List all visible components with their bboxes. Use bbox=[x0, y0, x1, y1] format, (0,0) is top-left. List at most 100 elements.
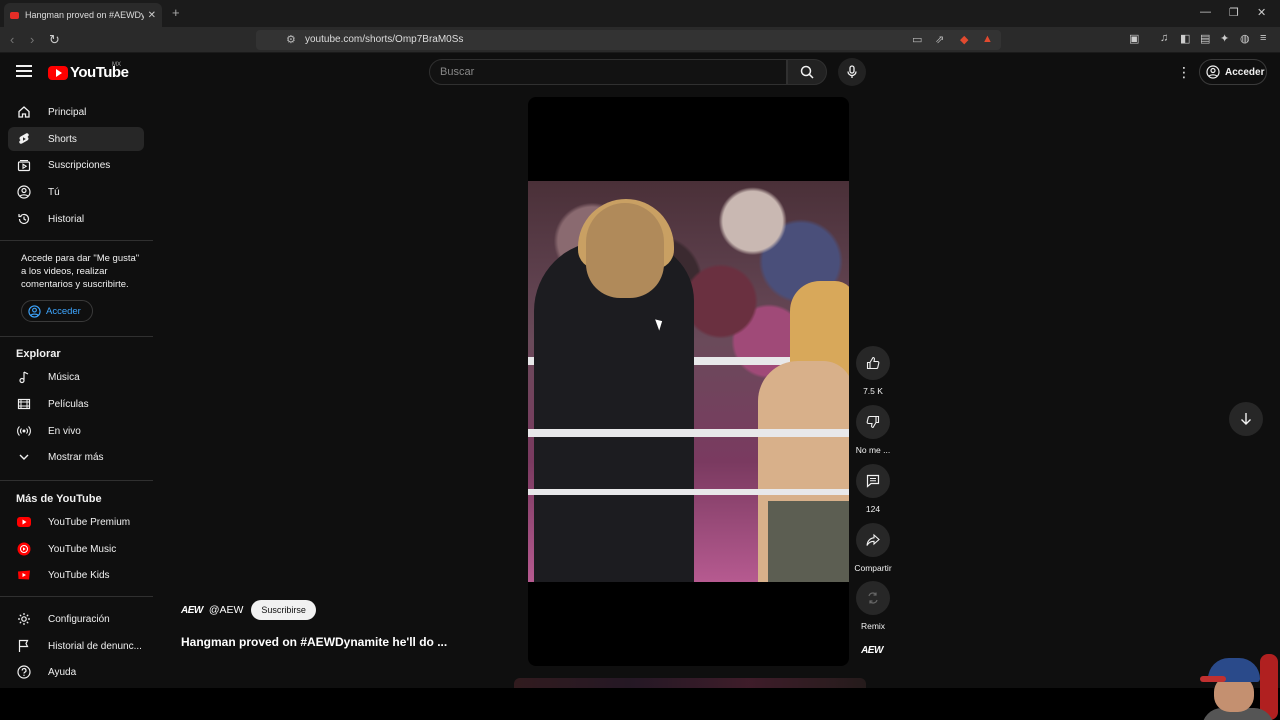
sidebar-item-mostrar-mas[interactable]: Mostrar más bbox=[8, 445, 144, 469]
sidebar-item-youtube-premium[interactable]: YouTube Premium bbox=[8, 510, 144, 534]
youtube-logo[interactable]: YouTube MX bbox=[48, 62, 129, 81]
close-window-button[interactable]: ✕ bbox=[1257, 6, 1266, 19]
new-tab-button[interactable]: + bbox=[172, 5, 180, 20]
short-title[interactable]: Hangman proved on #AEWDynamite he'll do … bbox=[181, 635, 447, 649]
settings-icon bbox=[16, 611, 32, 627]
media-icon[interactable]: ♫ bbox=[1160, 32, 1168, 44]
wallet-icon[interactable]: ▤ bbox=[1200, 32, 1210, 45]
header-signin-button[interactable]: Acceder bbox=[1199, 59, 1267, 85]
next-short-button[interactable] bbox=[1229, 402, 1263, 436]
sidebar-icon[interactable]: ◧ bbox=[1180, 32, 1190, 45]
account-icon bbox=[28, 304, 41, 318]
browser-address-bar: ‹ › ↻ ⚙ youtube.com/shorts/Omp7BraM0Ss ▭… bbox=[0, 27, 1280, 53]
search-button[interactable] bbox=[787, 59, 827, 85]
share-button[interactable]: Compartir bbox=[853, 523, 893, 573]
search-input[interactable]: Buscar bbox=[429, 59, 787, 85]
cast-icon[interactable]: ▭ bbox=[912, 33, 922, 46]
thumbs-down-icon bbox=[866, 415, 880, 429]
country-code: MX bbox=[112, 62, 121, 68]
ai-icon[interactable]: ✦ bbox=[1220, 32, 1229, 45]
remix-button[interactable]: Remix bbox=[853, 581, 893, 631]
sidebar-item-musica[interactable]: Música bbox=[8, 365, 144, 389]
comment-icon bbox=[866, 474, 880, 488]
tab-close-button[interactable]: ✕ bbox=[148, 10, 156, 21]
comment-count: 124 bbox=[865, 504, 881, 514]
sidebar-item-label: YouTube Premium bbox=[48, 516, 131, 528]
youtube-play-icon bbox=[48, 65, 68, 80]
like-button[interactable]: 7.5 K bbox=[853, 346, 893, 396]
sidebar-item-label: Mostrar más bbox=[48, 451, 104, 463]
music-icon bbox=[16, 369, 32, 385]
search-icon bbox=[800, 65, 814, 79]
share-page-icon[interactable]: ⇗ bbox=[935, 33, 944, 46]
shorts-icon bbox=[16, 131, 32, 147]
short-video-player[interactable] bbox=[528, 97, 849, 666]
minimize-button[interactable]: — bbox=[1200, 6, 1211, 18]
sidebar-item-suscripciones[interactable]: Suscripciones bbox=[8, 153, 144, 177]
sidebar-item-label: Configuración bbox=[48, 613, 110, 625]
brave-shields-icon[interactable]: ◆ bbox=[960, 33, 968, 46]
voice-search-button[interactable] bbox=[838, 58, 866, 86]
sidebar-item-shorts[interactable]: Shorts bbox=[8, 127, 144, 151]
browser-tab[interactable]: Hangman proved on #AEWDynamite ✕ bbox=[4, 3, 162, 27]
browser-tab-bar: Hangman proved on #AEWDynamite ✕ + — ❐ ✕ bbox=[0, 0, 1280, 27]
sidebar-item-label: Tú bbox=[48, 186, 60, 198]
sidebar-item-historial-denuncias[interactable]: Historial de denunc... bbox=[8, 634, 144, 658]
url-field[interactable]: ⚙ youtube.com/shorts/Omp7BraM0Ss ▭ ⇗ ◆ ▲ bbox=[256, 30, 1001, 50]
remix-icon bbox=[868, 592, 878, 604]
tab-title: Hangman proved on #AEWDynamite bbox=[25, 10, 144, 20]
sidebar-signin-label: Acceder bbox=[46, 305, 81, 317]
sidebar-item-label: Películas bbox=[48, 398, 89, 410]
live-icon bbox=[16, 423, 32, 439]
help-icon bbox=[16, 664, 32, 680]
sidebar-divider bbox=[0, 480, 153, 481]
like-count: 7.5 K bbox=[863, 386, 883, 396]
youtube-kids-icon bbox=[16, 567, 32, 583]
vpn-icon[interactable]: ◍ bbox=[1240, 32, 1250, 45]
sidebar-divider bbox=[0, 596, 153, 597]
site-info-icon[interactable]: ⚙ bbox=[286, 33, 296, 46]
channel-handle[interactable]: @AEW bbox=[209, 604, 244, 616]
browser-menu-icon[interactable]: ≡ bbox=[1260, 32, 1266, 44]
back-icon[interactable]: ‹ bbox=[10, 32, 14, 47]
dislike-label: No me ... bbox=[855, 445, 891, 455]
sidebar-signin-button[interactable]: Acceder bbox=[21, 300, 93, 322]
youtube-premium-icon bbox=[16, 514, 32, 530]
hamburger-menu-icon[interactable] bbox=[16, 65, 32, 79]
comments-button[interactable]: 124 bbox=[853, 464, 893, 514]
more-options-icon[interactable]: ⋮ bbox=[1177, 64, 1191, 81]
video-frame bbox=[528, 181, 849, 582]
sidebar-item-ayuda[interactable]: Ayuda bbox=[8, 660, 144, 684]
sidebar-item-label: Música bbox=[48, 371, 80, 383]
sidebar-item-tu[interactable]: Tú bbox=[8, 180, 144, 204]
sidebar-item-en-vivo[interactable]: En vivo bbox=[8, 419, 144, 443]
reload-icon[interactable]: ↻ bbox=[49, 32, 60, 48]
sidebar-item-historial[interactable]: Historial bbox=[8, 207, 144, 231]
subscribe-button[interactable]: Suscribirse bbox=[251, 600, 316, 620]
rewards-icon[interactable]: ▲ bbox=[982, 33, 993, 45]
sidebar-item-youtube-music[interactable]: YouTube Music bbox=[8, 537, 144, 561]
forward-icon[interactable]: › bbox=[30, 32, 34, 47]
thumbs-up-icon bbox=[866, 356, 880, 370]
sidebar-item-label: Historial de denunc... bbox=[48, 640, 142, 652]
sidebar-item-label: Principal bbox=[48, 106, 87, 118]
url-text: youtube.com/shorts/Omp7BraM0Ss bbox=[305, 34, 464, 45]
header-signin-label: Acceder bbox=[1225, 66, 1265, 78]
sidebar-item-peliculas[interactable]: Películas bbox=[8, 392, 144, 416]
webcam-overlay bbox=[1196, 650, 1280, 720]
sidebar-divider bbox=[0, 240, 153, 241]
channel-avatar[interactable]: AEW bbox=[181, 605, 203, 616]
sidebar-item-label: En vivo bbox=[48, 425, 81, 437]
sidebar-item-principal[interactable]: Principal bbox=[8, 100, 144, 124]
signin-prompt-text: Accede para dar "Me gusta" a los videos,… bbox=[21, 253, 140, 290]
sidebar-item-youtube-kids[interactable]: YouTube Kids bbox=[8, 563, 144, 587]
more-from-youtube-heading: Más de YouTube bbox=[16, 493, 102, 505]
channel-info: AEW @AEW Suscribirse bbox=[181, 600, 316, 620]
subscriptions-icon bbox=[16, 157, 32, 173]
sidebar-item-label: YouTube Music bbox=[48, 543, 117, 555]
sidebar-item-configuracion[interactable]: Configuración bbox=[8, 607, 144, 631]
maximize-button[interactable]: ❐ bbox=[1229, 6, 1239, 19]
tab-search-icon[interactable]: ▣ bbox=[1129, 32, 1139, 45]
audio-source-logo[interactable]: AEW bbox=[856, 645, 888, 663]
dislike-button[interactable]: No me ... bbox=[853, 405, 893, 455]
